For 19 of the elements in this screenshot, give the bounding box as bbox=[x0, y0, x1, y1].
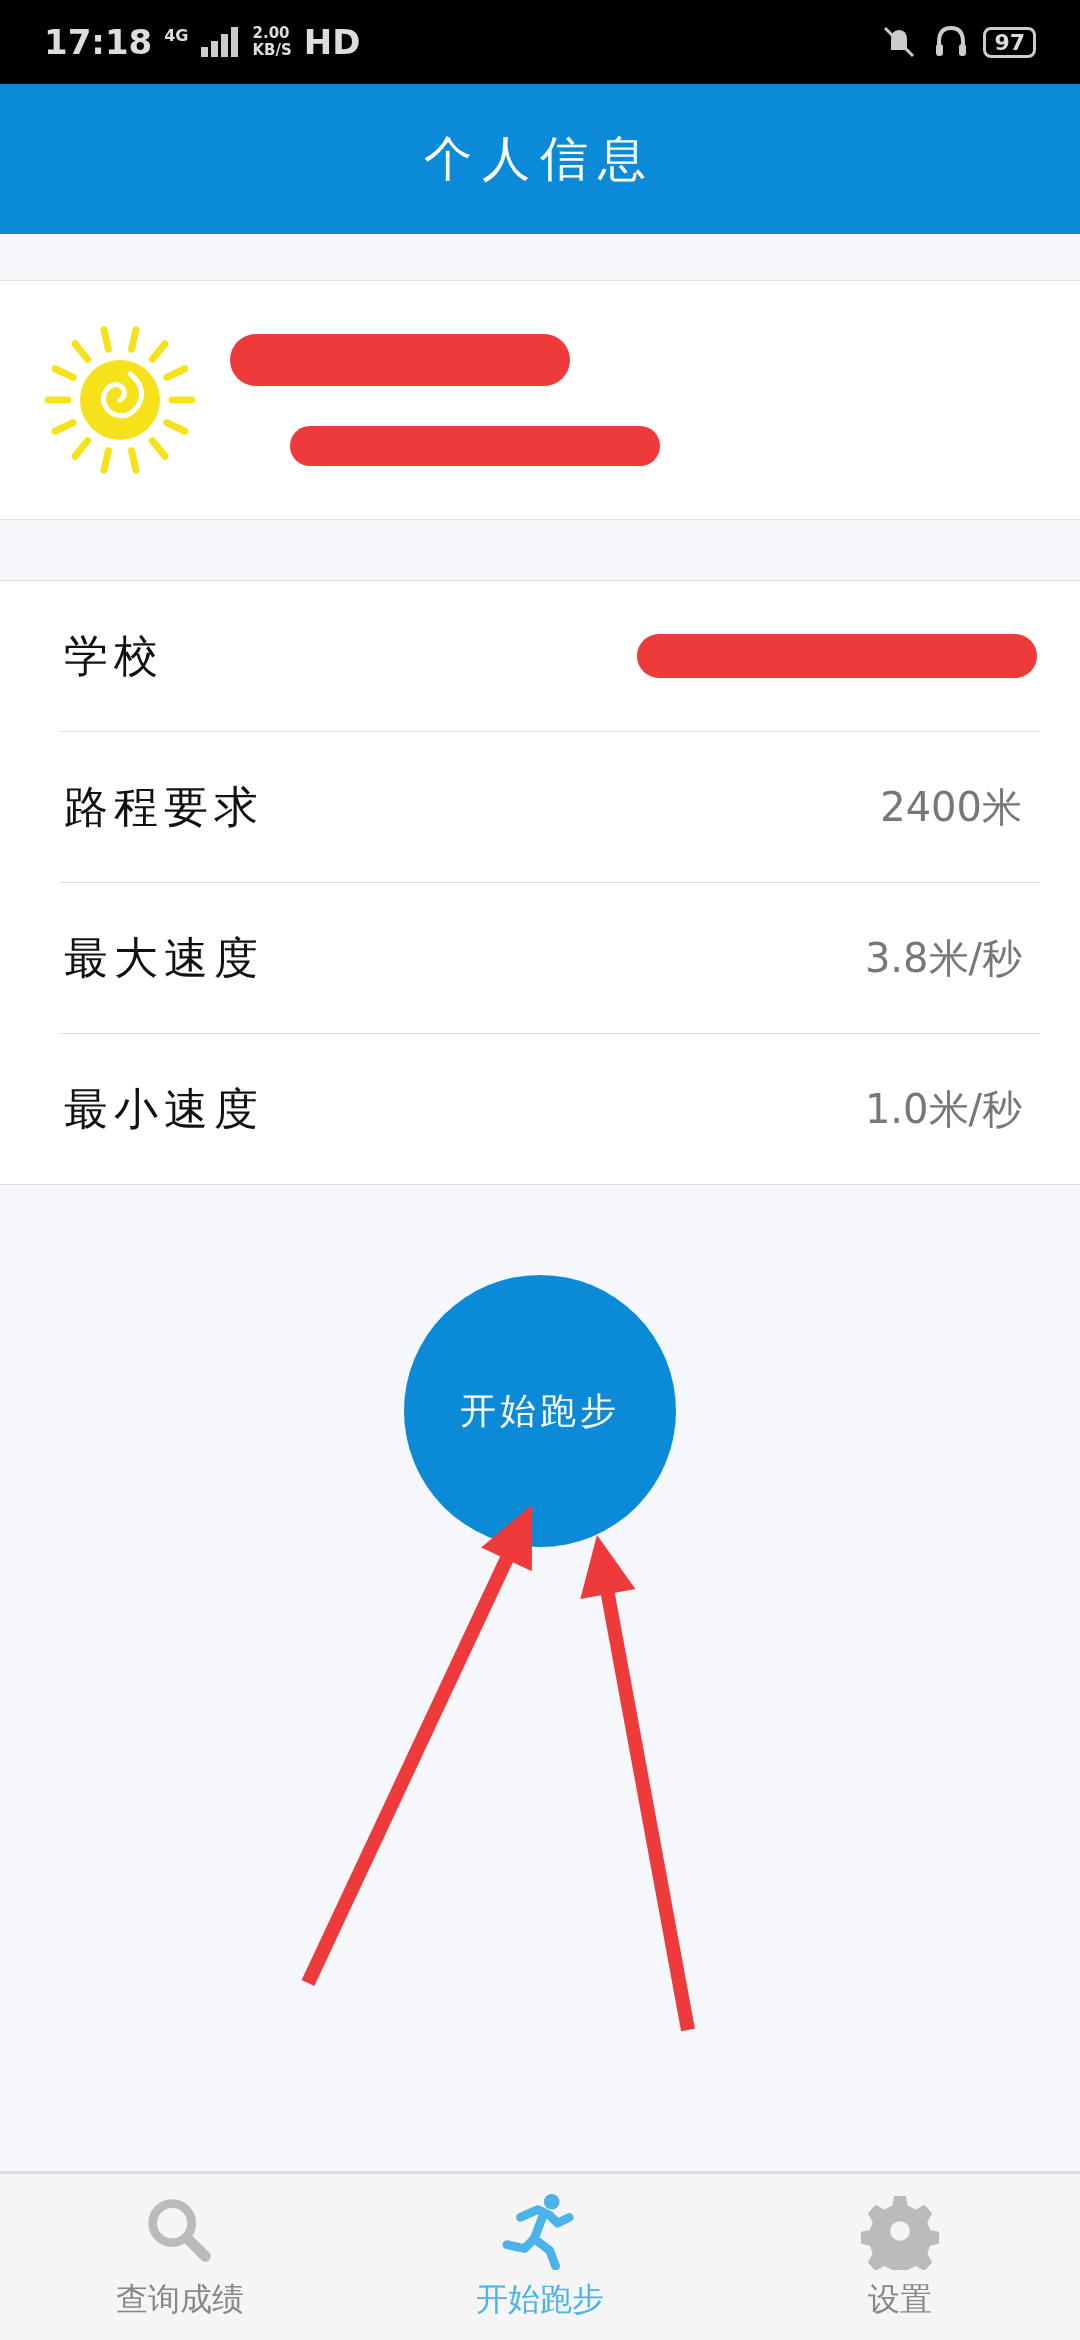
speed-value: 2.00 bbox=[252, 25, 291, 42]
row-label: 最小速度 bbox=[64, 1081, 264, 1136]
signal-icon bbox=[200, 27, 241, 57]
speed-unit: KB/S bbox=[252, 42, 292, 59]
start-run-button[interactable]: 开始跑步 bbox=[404, 1275, 676, 1547]
row-value: 3.8米/秒 bbox=[864, 933, 1022, 983]
network-type: 4G bbox=[164, 26, 189, 45]
row-label: 最大速度 bbox=[64, 930, 264, 985]
status-time: 17:18 bbox=[44, 22, 153, 62]
nav-tab[interactable]: 设置 bbox=[720, 2174, 1080, 2340]
nav-tab[interactable]: 查询成绩 bbox=[0, 2174, 360, 2340]
nav-tab[interactable]: 开始跑步 bbox=[360, 2174, 720, 2340]
page-title: 个人信息 bbox=[424, 129, 656, 188]
row-value: 1.0米/秒 bbox=[864, 1084, 1022, 1134]
battery-level: 97 bbox=[983, 26, 1036, 58]
row-value: 2400米 bbox=[880, 782, 1022, 832]
row-label: 学校 bbox=[64, 628, 164, 683]
hd-indicator: HD bbox=[303, 22, 361, 62]
row-label: 路程要求 bbox=[64, 779, 264, 834]
